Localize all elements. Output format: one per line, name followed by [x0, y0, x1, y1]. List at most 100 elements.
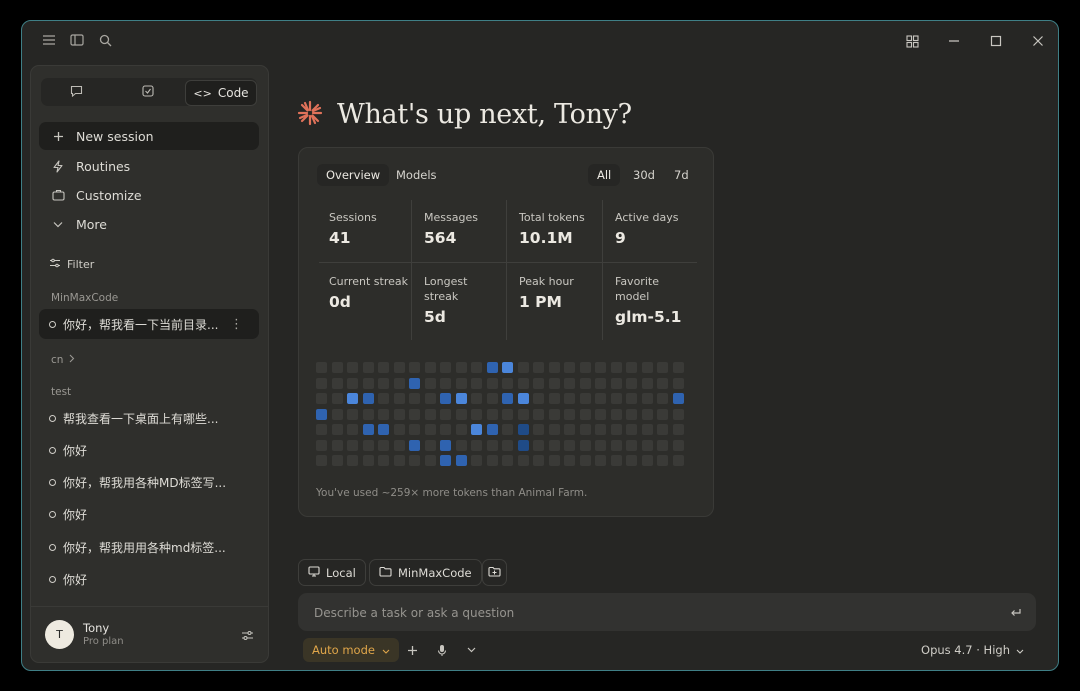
sidebar-item-customize[interactable]: Customize [39, 181, 259, 209]
stat-value: 41 [329, 229, 351, 247]
heatmap-cell [548, 455, 560, 466]
minimize-icon[interactable] [945, 32, 963, 50]
stat-favorite-model: Favorite model glm-5.1 [615, 274, 685, 326]
return-icon[interactable] [1009, 604, 1022, 623]
heatmap-cell [393, 439, 405, 451]
heatmap-cell [440, 362, 451, 373]
heatmap-cell [641, 393, 653, 404]
session-item[interactable]: 你好，帮我看一下当前目录... ⋮ [39, 309, 259, 339]
stat-label: Messages [424, 211, 478, 224]
range-7d[interactable]: 7d [665, 164, 698, 186]
heatmap-cell [486, 408, 498, 420]
heatmap-cell [533, 424, 544, 435]
heatmap-cell [378, 455, 389, 466]
prompt-input[interactable] [312, 602, 976, 624]
more-label: More [76, 216, 107, 232]
range-all[interactable]: All [588, 164, 621, 186]
heatmap-cell [486, 362, 498, 373]
plus-icon [49, 131, 67, 142]
heatmap-cell [672, 408, 684, 420]
heatmap-cell [626, 408, 637, 420]
heatmap-cell [362, 408, 374, 420]
new-session-button[interactable]: New session [39, 122, 259, 150]
session-title: 你好，帮我用各种MD标签写... [63, 475, 227, 490]
local-button[interactable]: Local [298, 559, 366, 586]
tab-models[interactable]: Models [387, 164, 446, 186]
heatmap-cell [533, 362, 544, 373]
session-item[interactable]: 你好，帮我用用各种md标签... [39, 532, 259, 562]
session-item[interactable]: 帮我查看一下桌面上有哪些... [39, 403, 259, 433]
session-dot [49, 320, 56, 328]
sidebar-toggle-icon[interactable] [68, 31, 86, 49]
group-toggle-cn[interactable]: cn [51, 354, 75, 366]
heatmap-cell [502, 377, 513, 389]
heatmap-cell [440, 393, 451, 404]
session-item[interactable]: 你好 [39, 499, 259, 529]
heatmap-cell [393, 455, 405, 466]
heatmap-cell [455, 362, 467, 373]
session-item[interactable]: 你好 [39, 564, 259, 594]
heatmap-cell [610, 377, 622, 389]
maximize-icon[interactable] [987, 32, 1005, 50]
heatmap-cell [502, 455, 513, 466]
chevron-right-icon [69, 354, 75, 366]
tab-tasks[interactable] [115, 80, 181, 104]
heatmap-cell [471, 424, 482, 435]
heatmap-cell [595, 439, 606, 451]
session-item[interactable]: 你好，帮我用各种MD标签写... [39, 467, 259, 497]
heatmap-cell [579, 408, 591, 420]
code-icon: <> [193, 86, 212, 100]
folder-button[interactable]: MinMaxCode [369, 559, 482, 586]
stat-sessions: Sessions 41 [329, 210, 424, 247]
menu-icon[interactable] [40, 31, 58, 49]
briefcase-icon [49, 189, 67, 201]
local-label: Local [326, 565, 356, 580]
folder-plus-icon [488, 566, 501, 580]
close-icon[interactable] [1029, 32, 1047, 50]
heatmap-cell [362, 362, 374, 373]
model-selector[interactable]: Opus 4.7 · High [921, 643, 1024, 657]
tab-chat[interactable] [43, 80, 109, 104]
more-options-icon[interactable]: ⋮ [230, 317, 243, 332]
range-30d[interactable]: 30d [624, 164, 664, 186]
auto-mode-dropdown[interactable]: Auto mode [303, 638, 399, 662]
layout-icon[interactable] [903, 32, 921, 50]
heatmap-cell [657, 362, 668, 373]
heatmap-cell [440, 408, 451, 420]
heatmap-cell [409, 362, 420, 373]
stat-current-streak: Current streak 0d [329, 274, 417, 311]
microphone-icon[interactable] [434, 642, 450, 658]
heatmap-cell [424, 424, 436, 435]
filter-button[interactable]: Filter [49, 258, 94, 271]
sidebar-item-more[interactable]: More [39, 210, 259, 238]
plus-icon[interactable] [404, 642, 420, 658]
heatmap-cell [471, 408, 482, 420]
heatmap-cell [440, 455, 451, 466]
add-folder-button[interactable] [482, 559, 507, 586]
heatmap-cell [610, 362, 622, 373]
heatmap-cell [548, 439, 560, 451]
sidebar-item-routines[interactable]: Routines [39, 152, 259, 180]
heatmap-cell [564, 455, 575, 466]
heatmap-cell [657, 377, 668, 389]
heatmap-cell [579, 439, 591, 451]
heatmap-cell [579, 362, 591, 373]
heatmap-cell [316, 377, 327, 389]
tab-overview[interactable]: Overview [317, 164, 390, 186]
session-title: 你好 [63, 443, 88, 458]
heatmap-cell [548, 377, 560, 389]
tab-code[interactable]: <> Code [185, 80, 257, 106]
heatmap-cell [517, 408, 529, 420]
account-panel[interactable]: T Tony Pro plan [31, 606, 268, 662]
settings-sliders-icon[interactable] [241, 626, 254, 645]
avatar[interactable]: T [45, 620, 74, 649]
heatmap-cell [362, 377, 374, 389]
chevron-down-icon[interactable] [463, 642, 479, 658]
heatmap-cell [409, 377, 420, 389]
heatmap-cell [610, 439, 622, 451]
search-icon[interactable] [96, 31, 114, 49]
monitor-icon [308, 565, 320, 580]
heatmap-cell [393, 393, 405, 404]
heatmap-cell [409, 424, 420, 435]
session-item[interactable]: 你好 [39, 435, 259, 465]
